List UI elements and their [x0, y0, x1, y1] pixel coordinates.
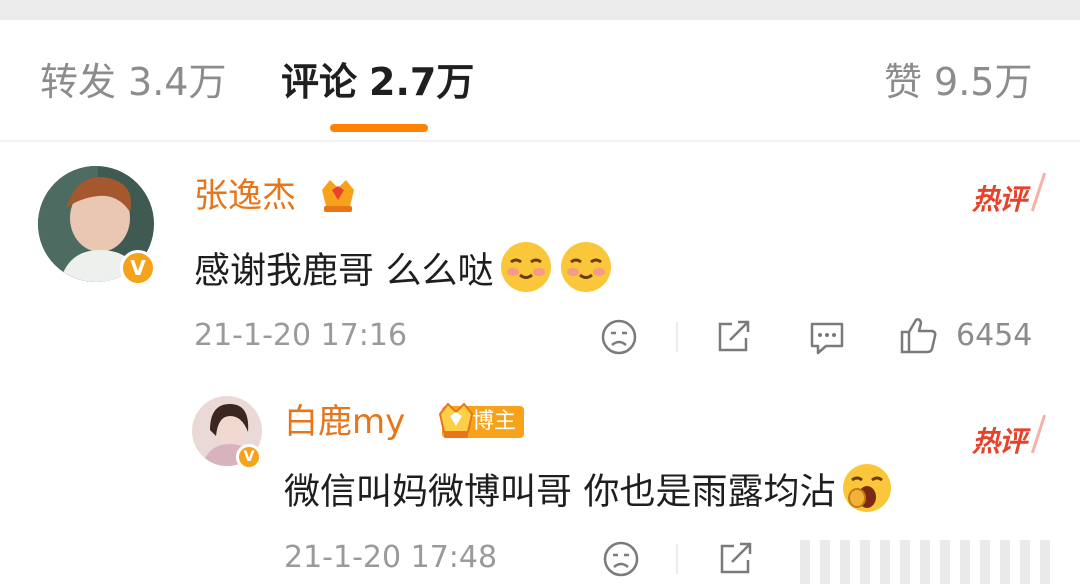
comment-username[interactable]: 白鹿my [284, 402, 405, 442]
hot-comment-badge: 热评 [972, 414, 1047, 460]
comment-timestamp: 21-1-20 17:48 [284, 540, 498, 575]
share-icon[interactable] [714, 316, 754, 356]
shy-smile-emoji-icon [559, 240, 613, 305]
comment-timestamp: 21-1-20 17:16 [194, 318, 408, 353]
dislike-face-icon[interactable] [600, 318, 638, 356]
tab-repost-count: 3.4万 [128, 60, 227, 104]
comment-username[interactable]: 张逸杰 [194, 176, 296, 216]
hot-comment-label: 热评 [972, 183, 1027, 216]
like-count: 6454 [956, 318, 1033, 353]
tab-likes[interactable]: 赞 9.5万 [884, 58, 1032, 106]
verified-badge: V [120, 250, 156, 286]
hot-comment-badge: 热评 [972, 172, 1047, 218]
tab-repost[interactable]: 转发 3.4万 [40, 58, 226, 106]
yawn-emoji-icon [841, 462, 893, 525]
action-separator [676, 322, 678, 352]
verified-badge: V [236, 444, 262, 470]
hot-comment-label: 热评 [972, 425, 1027, 458]
comment-icon[interactable] [806, 318, 848, 358]
member-crown-icon [322, 180, 354, 212]
comment-text-content: 微信叫妈微博叫哥 你也是雨露均沾 [284, 471, 836, 513]
thumbs-up-icon[interactable] [898, 314, 940, 356]
blogger-badge-label: 博主 [472, 409, 517, 434]
comment-text: 微信叫妈微博叫哥 你也是雨露均沾 [284, 462, 893, 525]
post-tabs: 转发 3.4万 评论 2.7万 赞 9.5万 [0, 20, 1080, 140]
blogger-badge: 博主 [438, 402, 525, 438]
tab-comments-count: 2.7万 [369, 60, 475, 104]
status-bar-strip [0, 0, 1080, 20]
active-tab-indicator [330, 124, 428, 132]
dislike-face-icon[interactable] [602, 540, 640, 578]
tab-repost-label: 转发 [40, 60, 117, 104]
shy-smile-emoji-icon [499, 240, 553, 305]
share-icon[interactable] [716, 538, 756, 578]
tab-comments-label: 评论 [281, 60, 358, 104]
member-crown-icon [438, 402, 474, 438]
action-separator [676, 544, 678, 574]
comment-text-content: 感谢我鹿哥 么么哒 [194, 250, 494, 292]
tab-comments[interactable]: 评论 2.7万 [281, 58, 474, 106]
comment-text: 感谢我鹿哥 么么哒 [194, 240, 613, 305]
tab-likes-label: 赞 [884, 60, 923, 104]
watermark-overlay [800, 540, 1050, 584]
tabs-divider [0, 140, 1080, 142]
tab-likes-count: 9.5万 [934, 60, 1033, 104]
